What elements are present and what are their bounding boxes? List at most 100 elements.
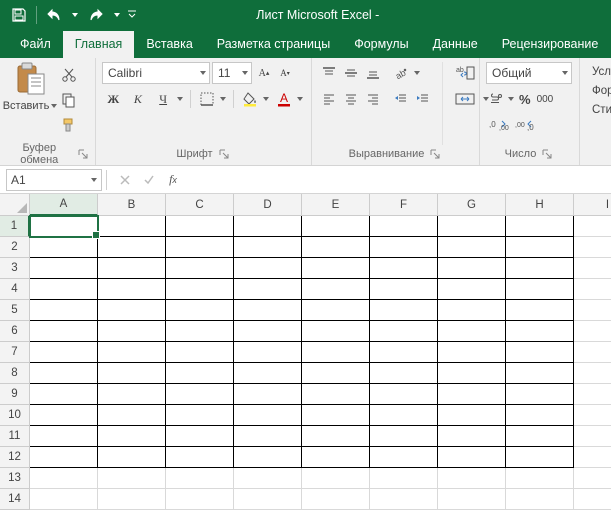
- cell[interactable]: [234, 258, 302, 279]
- column-header[interactable]: B: [98, 194, 166, 216]
- wrap-text-button[interactable]: ab: [449, 62, 481, 84]
- cell[interactable]: [370, 279, 438, 300]
- borders-button[interactable]: [196, 88, 218, 110]
- cell[interactable]: [438, 237, 506, 258]
- cell[interactable]: [30, 384, 98, 405]
- cell[interactable]: [30, 258, 98, 279]
- cell[interactable]: [574, 258, 611, 279]
- cell[interactable]: [302, 258, 370, 279]
- cell[interactable]: [30, 342, 98, 363]
- cell[interactable]: [302, 321, 370, 342]
- cell[interactable]: [98, 405, 166, 426]
- cell[interactable]: [302, 489, 370, 510]
- cell[interactable]: [438, 447, 506, 468]
- cell[interactable]: [166, 300, 234, 321]
- cell[interactable]: [438, 216, 506, 237]
- cell[interactable]: [438, 384, 506, 405]
- cell[interactable]: [370, 300, 438, 321]
- alignment-dialog-launcher[interactable]: [428, 147, 442, 161]
- accounting-format-button[interactable]: [486, 88, 506, 110]
- cell[interactable]: [506, 279, 574, 300]
- orientation-button[interactable]: ab: [390, 62, 412, 84]
- cell[interactable]: [30, 405, 98, 426]
- cell[interactable]: [98, 447, 166, 468]
- cell[interactable]: [438, 405, 506, 426]
- column-header[interactable]: F: [370, 194, 438, 216]
- cell[interactable]: [506, 468, 574, 489]
- row-header[interactable]: 5: [0, 300, 30, 321]
- bold-button[interactable]: Ж: [102, 88, 125, 110]
- cell[interactable]: [166, 468, 234, 489]
- column-header[interactable]: I: [574, 194, 611, 216]
- cell[interactable]: [30, 468, 98, 489]
- cell[interactable]: [506, 489, 574, 510]
- cell[interactable]: [574, 363, 611, 384]
- cell[interactable]: [302, 447, 370, 468]
- cell[interactable]: [370, 216, 438, 237]
- select-all-button[interactable]: [0, 194, 30, 216]
- increase-font-button[interactable]: A▴: [254, 62, 274, 84]
- cell[interactable]: [234, 489, 302, 510]
- cut-button[interactable]: [58, 64, 80, 86]
- column-header[interactable]: G: [438, 194, 506, 216]
- row-header[interactable]: 10: [0, 405, 30, 426]
- cell[interactable]: [574, 468, 611, 489]
- column-header[interactable]: H: [506, 194, 574, 216]
- cell[interactable]: [30, 447, 98, 468]
- font-name-combo[interactable]: Calibri: [102, 62, 210, 84]
- cell[interactable]: [166, 363, 234, 384]
- cancel-formula-button[interactable]: [113, 169, 137, 191]
- row-header[interactable]: 4: [0, 279, 30, 300]
- cell[interactable]: [166, 321, 234, 342]
- row-header[interactable]: 3: [0, 258, 30, 279]
- decrease-decimal-button[interactable]: ,00,0: [512, 114, 538, 136]
- cell[interactable]: [234, 468, 302, 489]
- cell[interactable]: [166, 489, 234, 510]
- cell[interactable]: [98, 279, 166, 300]
- undo-button[interactable]: [41, 2, 67, 28]
- cell[interactable]: [574, 384, 611, 405]
- percent-button[interactable]: %: [516, 88, 534, 110]
- cell[interactable]: [506, 342, 574, 363]
- cell[interactable]: [506, 363, 574, 384]
- tab-file[interactable]: Файл: [8, 31, 63, 58]
- align-middle-button[interactable]: [340, 62, 362, 84]
- tab-home[interactable]: Главная: [63, 31, 135, 58]
- cell[interactable]: [574, 447, 611, 468]
- cell[interactable]: [302, 426, 370, 447]
- cell[interactable]: [574, 300, 611, 321]
- cell[interactable]: [30, 237, 98, 258]
- cell[interactable]: [302, 468, 370, 489]
- row-header[interactable]: 2: [0, 237, 30, 258]
- cell[interactable]: [506, 300, 574, 321]
- align-center-button[interactable]: [340, 88, 362, 110]
- cell[interactable]: [234, 426, 302, 447]
- tab-review[interactable]: Рецензирование: [490, 31, 611, 58]
- cell[interactable]: [574, 216, 611, 237]
- cell[interactable]: [370, 258, 438, 279]
- font-dialog-launcher[interactable]: [217, 147, 231, 161]
- undo-dropdown[interactable]: [69, 2, 81, 28]
- cell[interactable]: [302, 237, 370, 258]
- font-size-combo[interactable]: 11: [212, 62, 252, 84]
- cell[interactable]: [370, 426, 438, 447]
- cell[interactable]: [506, 237, 574, 258]
- font-color-dropdown[interactable]: [295, 88, 305, 110]
- cell[interactable]: [574, 321, 611, 342]
- cell[interactable]: [302, 279, 370, 300]
- cell[interactable]: [98, 216, 166, 237]
- cell[interactable]: [98, 342, 166, 363]
- cell[interactable]: [438, 426, 506, 447]
- row-header[interactable]: 1: [0, 216, 30, 237]
- tab-insert[interactable]: Вставка: [134, 31, 204, 58]
- column-header[interactable]: E: [302, 194, 370, 216]
- cell[interactable]: [234, 342, 302, 363]
- cell[interactable]: [438, 489, 506, 510]
- row-header[interactable]: 13: [0, 468, 30, 489]
- cell[interactable]: [234, 279, 302, 300]
- increase-decimal-button[interactable]: ,0,00: [486, 114, 512, 136]
- number-dialog-launcher[interactable]: [540, 147, 554, 161]
- name-box[interactable]: A1: [6, 169, 102, 191]
- cell[interactable]: [506, 426, 574, 447]
- cell[interactable]: [234, 405, 302, 426]
